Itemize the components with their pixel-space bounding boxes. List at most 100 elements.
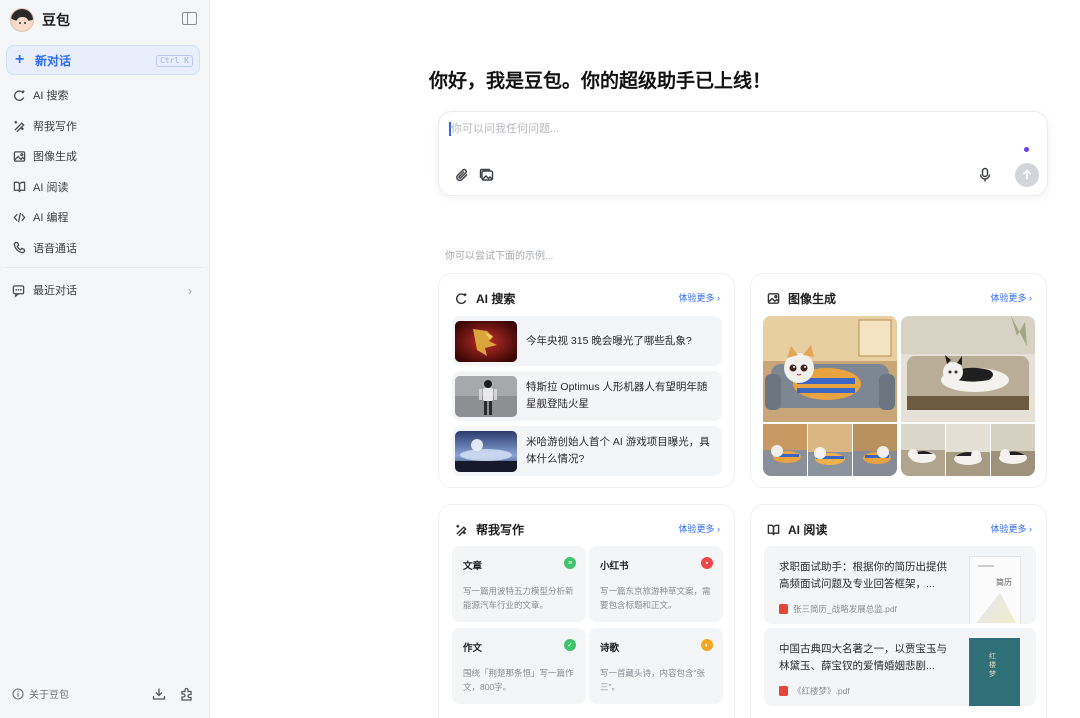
sidebar-nav: AI 搜索 帮我写作 图像生成 AI 阅读 AI 编程 语音通话 <box>0 80 210 263</box>
search-example-text: 特斯拉 Optimus 人形机器人有望明年随星舰登陆火星 <box>526 381 708 410</box>
microphone-icon[interactable] <box>978 167 992 183</box>
search-example-text: 米哈游创始人首个 AI 游戏项目曝光，具体什么情况? <box>526 436 710 465</box>
chevron-right-icon: › <box>188 284 192 298</box>
sidebar-item-ai-coding[interactable]: AI 编程 <box>0 202 210 233</box>
more-link[interactable]: 体验更多 › <box>679 522 721 535</box>
pdf-icon <box>779 604 788 614</box>
sidebar-item-label: 语音通话 <box>33 242 77 255</box>
send-button[interactable] <box>1015 163 1039 187</box>
generated-variant-thumbnail[interactable] <box>808 424 852 476</box>
generated-image-cartoon-cat[interactable] <box>763 316 897 422</box>
examples-hint: 你可以尝试下面的示例... <box>445 251 554 262</box>
search-example-item[interactable]: 今年央视 315 晚会曝光了哪些乱象? <box>452 316 722 366</box>
recent-chats-label: 最近对话 <box>33 285 77 297</box>
paperclip-icon[interactable] <box>455 168 469 182</box>
tile-body: 围绕「荆楚那条恒」写一篇作文，800字。 <box>463 668 574 692</box>
sidebar-toggle-icon[interactable] <box>182 12 197 25</box>
tile-title: 文章 <box>463 561 483 572</box>
poem-badge-icon: ◐ <box>701 639 713 651</box>
tile-body: 写一首藏头诗，内容包含"张三"。 <box>600 668 706 692</box>
sidebar-item-voice-call[interactable]: 语音通话 <box>0 233 210 264</box>
more-link[interactable]: 体验更多 › <box>991 522 1033 535</box>
search-spark-icon <box>455 291 469 305</box>
pen-icon <box>12 119 26 133</box>
brand-name: 豆包 <box>42 12 70 28</box>
card-ai-search: AI 搜索 体验更多 › 今年央视 315 晚会曝光了哪些乱象? 特斯拉 Opt… <box>438 273 735 488</box>
generated-variant-thumbnail[interactable] <box>763 424 807 476</box>
thumbnail-text: 红楼梦 <box>989 653 996 678</box>
generated-variant-thumbnail[interactable] <box>991 424 1035 476</box>
card-header: AI 阅读 体验更多 › <box>767 521 1032 537</box>
chat-composer <box>438 111 1048 196</box>
tile-body: 写一篇用波特五力模型分析新能源汽车行业的文章。 <box>463 586 574 610</box>
card-header: AI 搜索 体验更多 › <box>455 290 720 306</box>
xiaohongshu-badge-icon: ▪ <box>701 557 713 569</box>
card-ai-reading: AI 阅读 体验更多 › 求职面试助手：根据你的简历出提供高频面试问题及专业回答… <box>750 504 1047 718</box>
chat-input[interactable] <box>451 120 1011 138</box>
writing-tile-essay[interactable]: 作文 ✓ 围绕「荆楚那条恒」写一篇作文，800字。 <box>452 628 586 704</box>
more-link[interactable]: 体验更多 › <box>679 291 721 304</box>
book-cover-thumbnail: 红楼梦 <box>969 638 1020 706</box>
reading-example-item[interactable]: 求职面试助手：根据你的简历出提供高频面试问题及专业回答框架，... 张三简历_战… <box>764 546 1036 624</box>
sidebar-item-label: AI 搜索 <box>33 90 69 103</box>
sidebar-item-image-gen[interactable]: 图像生成 <box>0 141 210 172</box>
reading-example-item[interactable]: 中国古典四大名著之一，以贾宝玉与林黛玉、薛宝钗的爱情婚姻悲剧... 《红楼梦》.… <box>764 628 1036 706</box>
file-name: 《红楼梦》.pdf <box>793 686 850 696</box>
sidebar-item-label: 帮我写作 <box>33 120 77 133</box>
card-header: 图像生成 体验更多 › <box>767 290 1032 306</box>
brand[interactable]: 豆包 <box>10 6 70 34</box>
search-example-item[interactable]: 米哈游创始人首个 AI 游戏项目曝光，具体什么情况? <box>452 426 722 476</box>
card-title: AI 搜索 <box>476 291 516 306</box>
image-icon <box>767 291 781 305</box>
page-title: 你好，我是豆包。你的超级助手已上线！ <box>428 71 771 92</box>
image-icon <box>12 149 26 163</box>
new-chat-label: 新对话 <box>35 53 72 68</box>
tile-body: 写一篇东京旅游种草文案，需要包含标题和正文。 <box>600 586 711 610</box>
search-example-text: 今年央视 315 晚会曝光了哪些乱象? <box>526 334 692 347</box>
generated-variant-thumbnail[interactable] <box>853 424 897 476</box>
card-writing: 帮我写作 体验更多 › 文章 ≡ 写一篇用波特五力模型分析新能源汽车行业的文章。… <box>438 504 735 718</box>
reading-file: 《红楼梦》.pdf <box>779 685 850 697</box>
plugin-icon[interactable] <box>180 687 194 701</box>
sidebar-item-ai-reading[interactable]: AI 阅读 <box>0 172 210 203</box>
generated-image-ink-cat[interactable] <box>901 316 1035 422</box>
download-icon[interactable] <box>152 687 166 701</box>
writing-tile-article[interactable]: 文章 ≡ 写一篇用波特五力模型分析新能源汽车行业的文章。 <box>452 546 586 622</box>
file-name: 张三简历_战略发展总监.pdf <box>793 604 897 614</box>
article-badge-icon: ≡ <box>564 557 576 569</box>
recent-chats[interactable]: 最近对话 › <box>0 275 210 305</box>
card-image-gen: 图像生成 体验更多 › <box>750 273 1047 488</box>
pdf-icon <box>779 686 788 696</box>
sidebar-item-label: AI 编程 <box>33 212 69 225</box>
search-example-item[interactable]: 特斯拉 Optimus 人形机器人有望明年随星舰登陆火星 <box>452 371 722 421</box>
check-badge-icon: ✓ <box>564 639 576 651</box>
book-icon <box>12 180 26 194</box>
book-icon <box>767 522 781 536</box>
sidebar-item-label: 图像生成 <box>33 151 77 164</box>
thumbnail-text: 简历 <box>996 578 1012 587</box>
main-area: 你好，我是豆包。你的超级助手已上线！ 你可以尝试下面的示例... AI 搜索 体… <box>210 0 1080 718</box>
arrow-up-icon <box>1021 169 1033 181</box>
writing-tile-xiaohongshu[interactable]: 小红书 ▪ 写一篇东京旅游种草文案，需要包含标题和正文。 <box>589 546 723 622</box>
card-header: 帮我写作 体验更多 › <box>455 521 720 537</box>
info-icon <box>12 687 24 700</box>
more-link[interactable]: 体验更多 › <box>991 291 1033 304</box>
tile-title: 小红书 <box>600 561 629 572</box>
sidebar-item-label: AI 阅读 <box>33 181 69 194</box>
reading-description: 求职面试助手：根据你的简历出提供高频面试问题及专业回答框架，... <box>779 561 947 590</box>
generated-variant-thumbnail[interactable] <box>901 424 945 476</box>
phone-icon <box>12 241 26 255</box>
plus-icon: + <box>15 51 25 68</box>
resume-thumbnail: 简历 <box>969 556 1021 624</box>
sidebar-divider <box>6 267 202 268</box>
reading-description: 中国古典四大名著之一，以贾宝玉与林黛玉、薛宝钗的爱情婚姻悲剧... <box>779 643 947 672</box>
generated-variant-thumbnail[interactable] <box>946 424 990 476</box>
sidebar: 豆包 + 新对话 Ctrl K AI 搜索 帮我写作 图像生成 AI 阅读 AI… <box>0 0 210 718</box>
about-link[interactable]: 关于豆包 <box>12 686 69 701</box>
card-title: 图像生成 <box>788 291 837 306</box>
thumbnail-315-gala <box>455 321 517 362</box>
card-title: 帮我写作 <box>476 522 525 537</box>
writing-tile-poem[interactable]: 诗歌 ◐ 写一首藏头诗，内容包含"张三"。 <box>589 628 723 704</box>
sidebar-item-writing[interactable]: 帮我写作 <box>0 111 210 142</box>
image-upload-icon[interactable] <box>479 168 494 182</box>
